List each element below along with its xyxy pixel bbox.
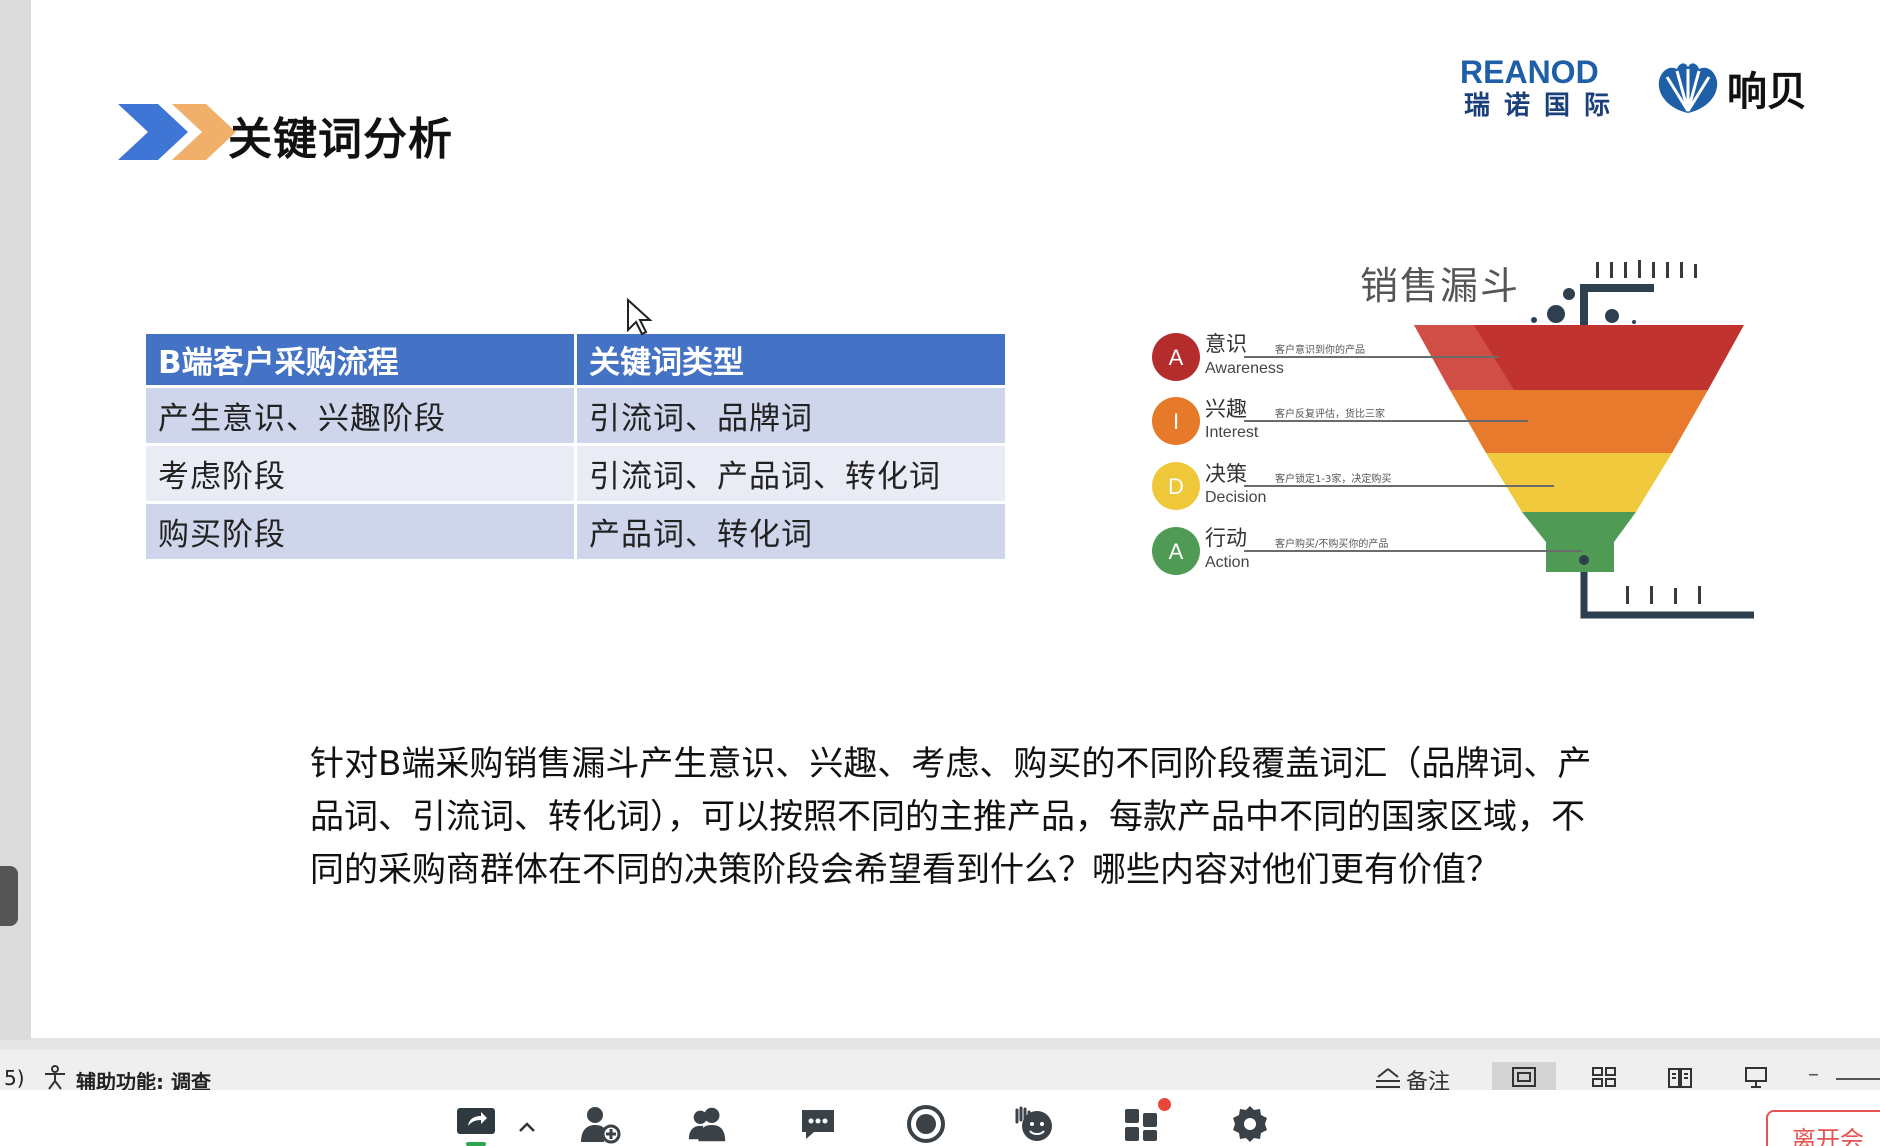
record-icon (907, 1105, 945, 1143)
participants-button[interactable] (686, 1102, 730, 1146)
chevron-up-icon[interactable] (517, 1120, 537, 1134)
presentation-icon (1745, 1067, 1767, 1088)
reanod-logo: REANOD 瑞诺国际 (1460, 56, 1660, 126)
reanod-logo-brand: REANOD (1460, 54, 1599, 90)
meeting-window: 关键词分析 REANOD 瑞诺国际 响贝 B端客户采购流程 关键词类型 产生意识… (0, 0, 1880, 1146)
funnel-stage-letter: I (1172, 409, 1180, 434)
mouse-cursor-icon (627, 298, 653, 336)
add-user-icon (581, 1107, 621, 1144)
funnel-stage-note: 客户购买/不购买你的产品 (1275, 539, 1389, 550)
funnel-stage-note: 客户意识到你的产品 (1275, 345, 1365, 356)
table-cell: 产生意识、兴趣阶段 (146, 388, 577, 446)
apps-grid-icon (1125, 1109, 1157, 1141)
share-screen-button[interactable] (454, 1102, 498, 1146)
zoom-slider[interactable] (1836, 1078, 1880, 1080)
funnel-stage-en: Awareness (1205, 360, 1284, 377)
table-header-row: B端客户采购流程 关键词类型 (146, 334, 1008, 388)
slide-body-text: 针对B端采购销售漏斗产生意识、兴趣、考虑、购买的不同阶段覆盖词汇（品牌词、产品词… (310, 744, 1592, 890)
funnel-stage-en: Decision (1205, 489, 1267, 506)
grid-view-icon (1592, 1067, 1616, 1087)
table-row: 购买阶段 产品词、转化词 (146, 504, 1008, 562)
table-cell: 考虑阶段 (146, 446, 577, 504)
side-panel-handle[interactable] (0, 866, 18, 926)
reanod-logo-cn: 瑞诺国际 (1464, 91, 1625, 121)
funnel-stage-letter: D (1168, 474, 1184, 499)
leave-meeting-button[interactable]: 离开会 (1766, 1110, 1880, 1146)
funnel-stage-note: 客户锁定1-3家，决定购买 (1275, 474, 1392, 485)
normal-view-icon (1512, 1067, 1536, 1087)
table-cell: 引流词、产品词、转化词 (577, 446, 1008, 504)
funnel-stage-note: 客户反复评估，货比三家 (1275, 409, 1385, 420)
chat-button[interactable] (796, 1102, 840, 1146)
table-header-cell: 关键词类型 (577, 334, 1008, 388)
share-screen-icon (457, 1108, 495, 1134)
funnel-stage-cn: 决策 (1205, 462, 1247, 486)
apps-notification-badge (1158, 1098, 1171, 1111)
reading-view-button[interactable] (1648, 1062, 1712, 1092)
table-row: 考虑阶段 引流词、产品词、转化词 (146, 446, 1008, 504)
funnel-stage-en: Action (1205, 554, 1250, 571)
invite-participant-button[interactable] (578, 1102, 622, 1146)
slide-title: 关键词分析 (228, 114, 453, 165)
xiangbei-logo: 响贝 (1655, 58, 1835, 118)
record-button[interactable] (904, 1102, 948, 1146)
table-cell: 引流词、品牌词 (577, 388, 1008, 446)
table-header-cell: B端客户采购流程 (146, 334, 577, 388)
table-row: 产生意识、兴趣阶段 引流词、品牌词 (146, 388, 1008, 446)
funnel-stage-en: Interest (1205, 424, 1259, 441)
chat-icon (802, 1110, 834, 1139)
book-icon (1668, 1068, 1692, 1088)
shell-logo-icon (1658, 63, 1718, 113)
table-cell: 产品词、转化词 (577, 504, 1008, 562)
slideshow-view-button[interactable] (1724, 1062, 1788, 1092)
participants-icon (688, 1107, 726, 1142)
reactions-button[interactable] (1012, 1102, 1056, 1146)
zoom-out-button[interactable]: – (1808, 1062, 1819, 1087)
settings-button[interactable] (1228, 1102, 1272, 1146)
table-cell: 购买阶段 (146, 504, 577, 562)
normal-view-button[interactable] (1492, 1062, 1556, 1092)
slide-sorter-view-button[interactable] (1572, 1062, 1636, 1092)
title-chevron-icon (118, 104, 236, 160)
share-active-indicator (466, 1142, 486, 1146)
raise-hand-icon (1015, 1106, 1052, 1141)
funnel-stage-cn: 意识 (1205, 332, 1247, 356)
funnel-stage-cn: 行动 (1205, 526, 1247, 550)
apps-button[interactable] (1120, 1102, 1164, 1146)
accessibility-icon[interactable] (42, 1064, 68, 1090)
funnel-stage-letter: A (1168, 539, 1184, 564)
funnel-stage-cn: 兴趣 (1205, 397, 1247, 421)
xiangbei-logo-name: 响贝 (1727, 69, 1807, 115)
gear-icon (1233, 1106, 1267, 1142)
funnel-title: 销售漏斗 (1360, 264, 1521, 308)
status-fragment: 5) (4, 1066, 25, 1090)
keyword-table: B端客户采购流程 关键词类型 产生意识、兴趣阶段 引流词、品牌词 考虑阶段 引流… (146, 334, 1008, 562)
funnel-stage-letter: A (1168, 345, 1184, 370)
